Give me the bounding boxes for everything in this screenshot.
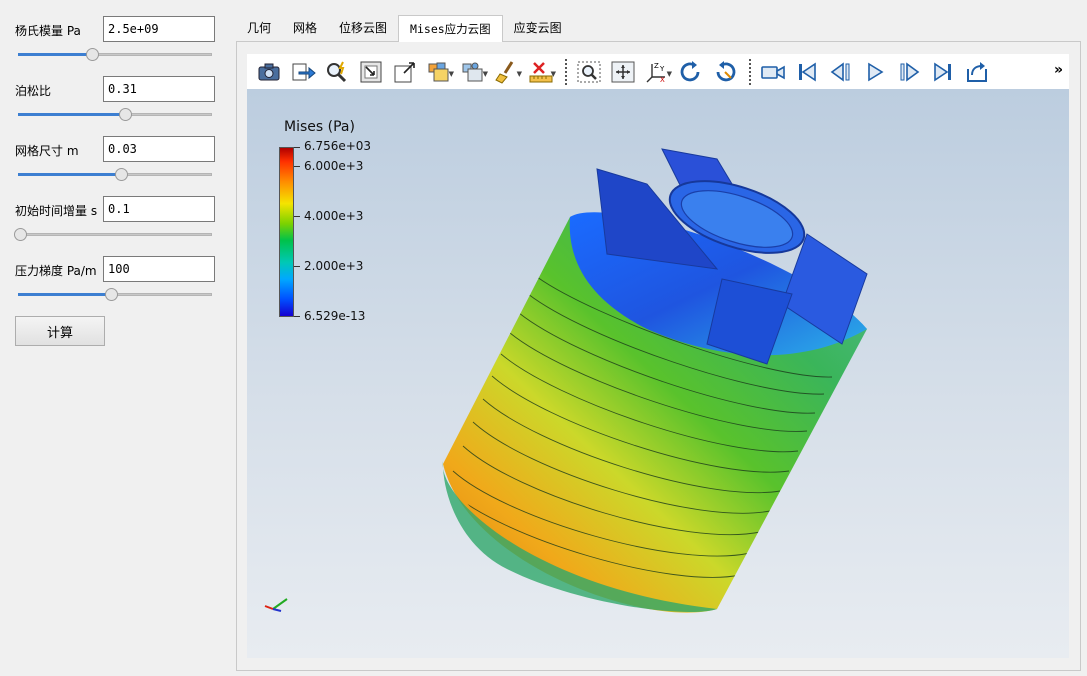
youngs-modulus-input[interactable]: 2.5e+09 bbox=[103, 16, 215, 42]
video-camera-icon[interactable] bbox=[757, 58, 788, 86]
tab-displacement[interactable]: 位移云图 bbox=[328, 15, 398, 42]
pressure-gradient-input[interactable]: 100 bbox=[103, 256, 215, 282]
svg-text:Z: Z bbox=[654, 62, 659, 70]
tank-stress-model bbox=[442, 148, 868, 613]
time-increment-label: 初始时间增量 s bbox=[15, 204, 98, 218]
pressure-gradient-label: 压力梯度 Pa/m bbox=[15, 264, 97, 278]
export-icon[interactable] bbox=[287, 58, 318, 86]
first-frame-icon[interactable] bbox=[791, 58, 822, 86]
youngs-modulus-slider[interactable] bbox=[18, 48, 212, 62]
tab-geometry[interactable]: 几何 bbox=[236, 15, 282, 42]
interact-icon[interactable] bbox=[607, 58, 638, 86]
mesh-size-label: 网格尺寸 m bbox=[15, 144, 79, 158]
zoom-box-icon[interactable] bbox=[389, 58, 420, 86]
rotate-cw-icon[interactable] bbox=[709, 58, 740, 86]
slider-thumb[interactable] bbox=[114, 168, 128, 181]
zoom-data-icon[interactable] bbox=[321, 58, 352, 86]
zoom-to-box-icon[interactable] bbox=[573, 58, 604, 86]
orientation-axes-icon bbox=[264, 598, 288, 612]
last-frame-icon[interactable] bbox=[927, 58, 958, 86]
slider-thumb[interactable] bbox=[118, 108, 132, 121]
ruler-icon[interactable]: ▼ bbox=[525, 58, 556, 86]
toolbar-separator bbox=[565, 58, 567, 85]
time-increment-input[interactable]: 0.1 bbox=[103, 196, 215, 222]
mesh-size-slider[interactable] bbox=[18, 168, 212, 182]
toolbar-overflow-button[interactable]: » bbox=[1054, 62, 1063, 78]
mesh-size-input[interactable]: 0.03 bbox=[103, 136, 215, 162]
axes-orient-icon[interactable]: ZYX ▼ bbox=[641, 58, 672, 86]
next-frame-icon[interactable] bbox=[893, 58, 924, 86]
slider-fill bbox=[18, 113, 125, 116]
prev-frame-icon[interactable] bbox=[825, 58, 856, 86]
slider-fill bbox=[18, 173, 121, 176]
reset-camera-icon[interactable] bbox=[355, 58, 386, 86]
select-cells-icon[interactable]: ▼ bbox=[423, 58, 454, 86]
loop-icon[interactable] bbox=[961, 58, 992, 86]
poisson-ratio-label: 泊松比 bbox=[15, 84, 52, 98]
poisson-ratio-slider[interactable] bbox=[18, 108, 212, 122]
tab-mises-stress[interactable]: Mises应力云图 bbox=[398, 15, 503, 42]
pressure-gradient-slider[interactable] bbox=[18, 288, 212, 302]
camera-icon[interactable] bbox=[253, 58, 284, 86]
svg-text:Y: Y bbox=[659, 65, 665, 73]
slider-thumb[interactable] bbox=[85, 48, 99, 61]
tab-mesh[interactable]: 网格 bbox=[282, 15, 328, 42]
render-viewport[interactable]: Mises (Pa) 6.756e+03 6.000e+3 4.000e+3 2… bbox=[247, 89, 1069, 658]
slider-fill bbox=[18, 293, 112, 296]
slider-track bbox=[18, 233, 212, 236]
clear-selection-icon[interactable]: ▼ bbox=[491, 58, 522, 86]
slider-thumb[interactable] bbox=[105, 288, 119, 301]
tab-strain[interactable]: 应变云图 bbox=[503, 15, 573, 42]
poisson-ratio-input[interactable]: 0.31 bbox=[103, 76, 215, 102]
toolbar-separator bbox=[749, 58, 751, 85]
time-increment-slider[interactable] bbox=[13, 228, 212, 242]
calculate-button[interactable]: 计算 bbox=[15, 316, 105, 346]
slider-thumb[interactable] bbox=[13, 228, 27, 241]
rotate-ccw-icon[interactable] bbox=[675, 58, 706, 86]
youngs-modulus-label: 杨氏模量 Pa bbox=[15, 24, 81, 38]
tab-bar: 几何 网格 位移云图 Mises应力云图 应变云图 bbox=[236, 15, 573, 42]
svg-text:X: X bbox=[660, 76, 665, 84]
slider-fill bbox=[18, 53, 92, 56]
select-points-icon[interactable]: ▼ bbox=[457, 58, 488, 86]
play-icon[interactable] bbox=[859, 58, 890, 86]
viewer-toolbar: ▼ ▼ ▼ ▼ ZYX ▼ » bbox=[247, 54, 1069, 89]
